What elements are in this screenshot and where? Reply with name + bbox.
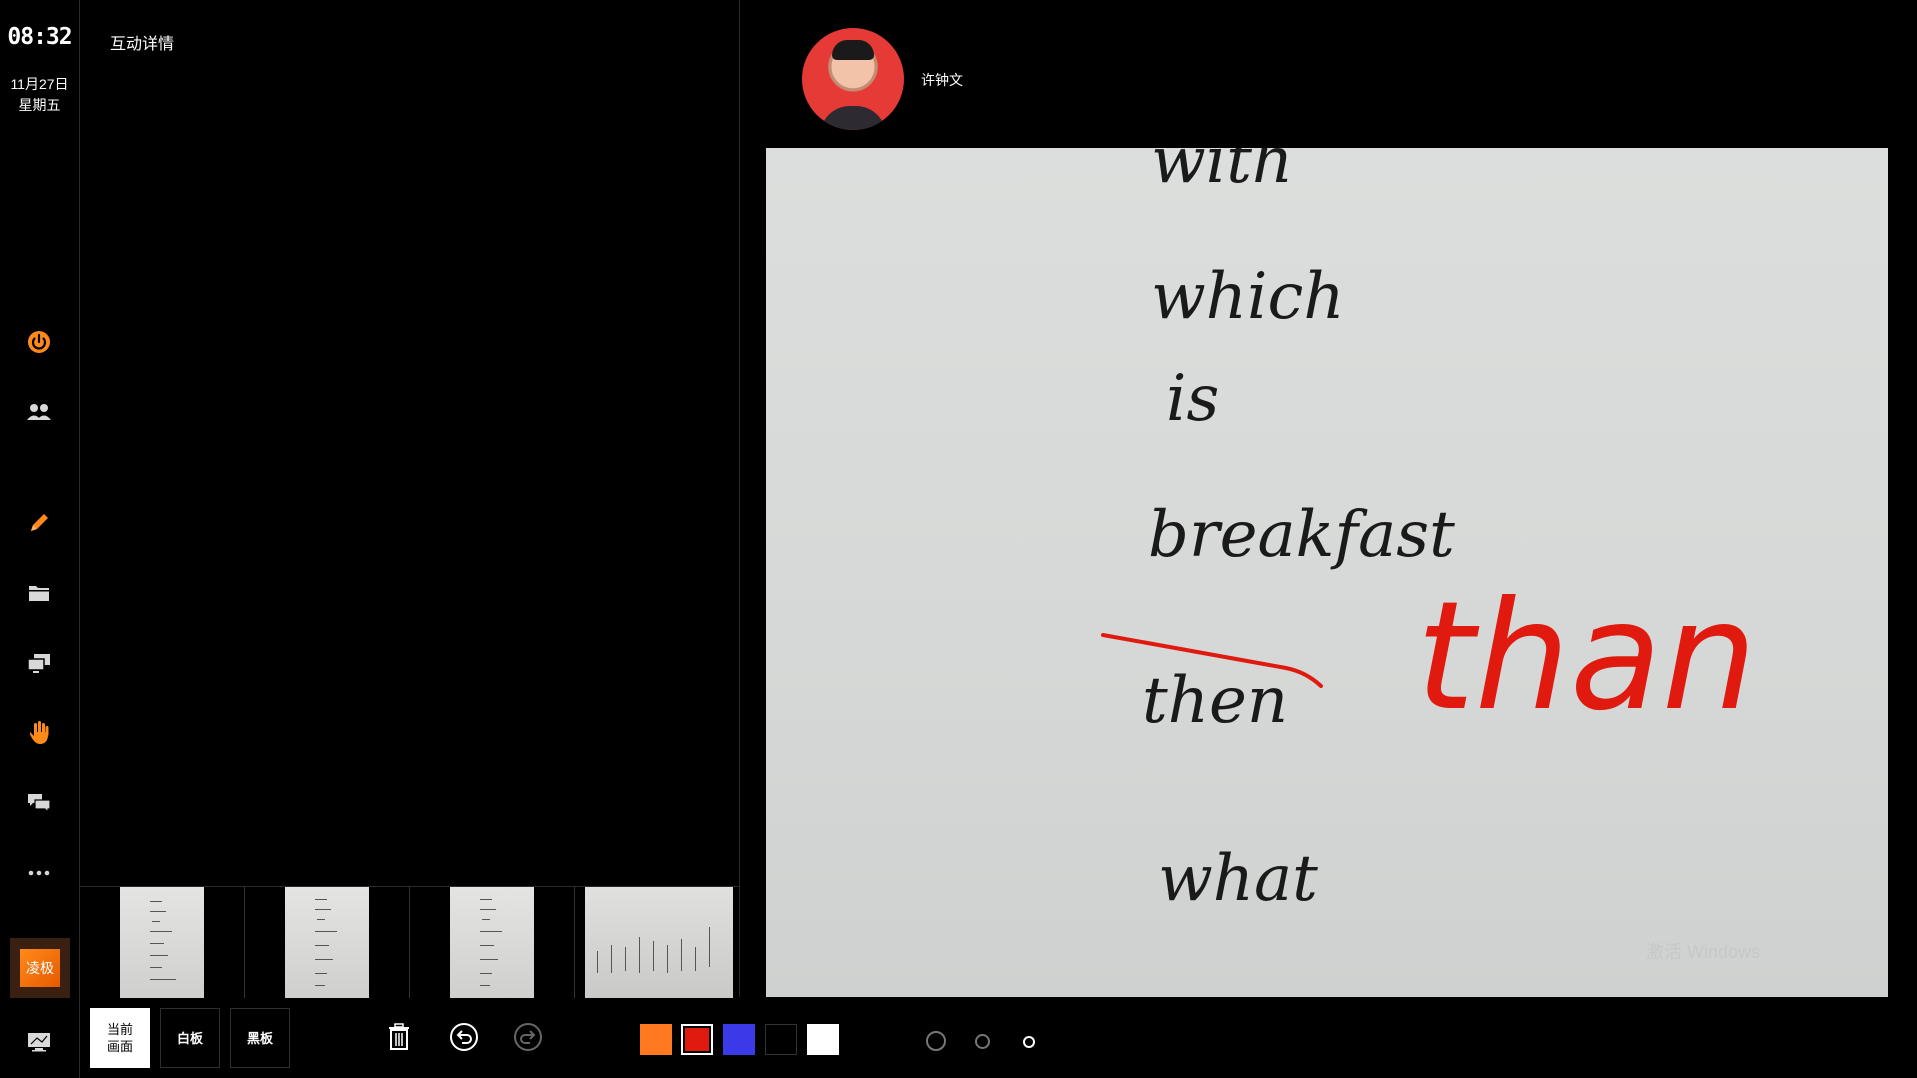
swatch-fill: [640, 1024, 672, 1055]
more-icon: [28, 870, 50, 876]
word-is: is: [1166, 362, 1219, 436]
display-button[interactable]: [19, 1022, 59, 1062]
color-orange[interactable]: [640, 1024, 672, 1055]
undo-button[interactable]: [447, 1020, 481, 1054]
users-icon: [27, 404, 51, 420]
username: 许钟文: [921, 72, 963, 88]
swatch-fill: [723, 1024, 755, 1055]
color-white[interactable]: [807, 1024, 839, 1055]
screen-share-button[interactable]: [19, 643, 59, 683]
folder-icon: [29, 586, 49, 601]
avatar[interactable]: [802, 28, 904, 130]
clock-date: 11月27日: [10, 76, 69, 92]
screens-icon: [27, 654, 50, 673]
annotated-photo[interactable]: with which is breakfast then what than 激…: [766, 148, 1888, 997]
mode-label-line2: 画面: [106, 1039, 133, 1054]
files-button[interactable]: [19, 573, 59, 613]
chat-icon: [28, 794, 51, 814]
thumbnail-image: [120, 887, 204, 998]
word-breakfast: breakfast: [1148, 498, 1455, 572]
handwriting-canvas: with which is breakfast then what than: [1101, 148, 1757, 916]
pen-size-medium[interactable]: [975, 1034, 990, 1049]
undo-icon: [450, 1023, 478, 1051]
swatch-fill: [807, 1024, 839, 1055]
mode-label: 黑板: [246, 1030, 273, 1046]
color-black[interactable]: [765, 1024, 797, 1055]
chat-button[interactable]: [19, 783, 59, 823]
thumbnail-4[interactable]: [575, 887, 739, 998]
thumbnail-2[interactable]: [245, 887, 410, 998]
display-icon: [28, 1033, 50, 1052]
clock-weekday: 星期五: [18, 97, 61, 113]
correction-than: than: [1416, 570, 1757, 744]
clock-time: 08:32: [7, 24, 72, 50]
thumbnail-strip: [80, 886, 739, 998]
annotate-button[interactable]: [19, 503, 59, 543]
left-sidebar: 08:32 11月27日 星期五 凌极: [0, 0, 80, 1078]
mode-label-line1: 当前: [106, 1022, 133, 1037]
pen-size-large[interactable]: [926, 1031, 946, 1051]
swatch-fill: [685, 1028, 709, 1051]
raise-hand-button[interactable]: [19, 713, 59, 753]
color-red[interactable]: [681, 1024, 713, 1055]
more-button[interactable]: [19, 853, 59, 893]
bottom-toolbar: 当前 画面 白板 黑板: [80, 998, 1917, 1078]
pen-size-small[interactable]: [1023, 1036, 1035, 1048]
mode-whiteboard[interactable]: 白板: [160, 1008, 220, 1068]
brand-logo[interactable]: 凌极: [10, 938, 70, 998]
thumbnail-image: [585, 887, 733, 998]
word-what: what: [1158, 842, 1318, 916]
avatar-shirt: [820, 106, 886, 130]
detail-panel: 许钟文 with which is breakfast then what th…: [740, 0, 1917, 997]
trash-icon: [389, 1023, 409, 1050]
hand-icon: [30, 721, 49, 744]
avatar-hair: [832, 40, 874, 60]
power-button[interactable]: [19, 322, 59, 362]
redo-icon: [514, 1023, 542, 1051]
redo-button[interactable]: [511, 1020, 545, 1054]
power-icon: [28, 331, 50, 353]
thumbnail-image: [285, 887, 369, 998]
pen-icon: [31, 514, 48, 531]
word-then: then: [1142, 664, 1288, 738]
thumbnail-1[interactable]: [80, 887, 245, 998]
thumbnail-3[interactable]: [410, 887, 575, 998]
thumbnail-image: [450, 887, 534, 998]
delete-button[interactable]: [382, 1020, 416, 1054]
word-which: which: [1151, 260, 1345, 334]
panel-title: 互动详情: [110, 36, 175, 53]
mode-blackboard[interactable]: 黑板: [230, 1008, 290, 1068]
students-button[interactable]: [19, 392, 59, 432]
interaction-list-panel: 互动详情: [80, 0, 740, 998]
mode-current-screen[interactable]: 当前 画面: [90, 1008, 150, 1068]
windows-watermark: 激活 Windows: [1646, 942, 1761, 962]
mode-label: 白板: [176, 1030, 203, 1046]
color-blue[interactable]: [723, 1024, 755, 1055]
word-with: with: [1151, 148, 1293, 198]
brand-label: 凌极: [20, 949, 60, 987]
swatch-fill: [766, 1025, 796, 1054]
